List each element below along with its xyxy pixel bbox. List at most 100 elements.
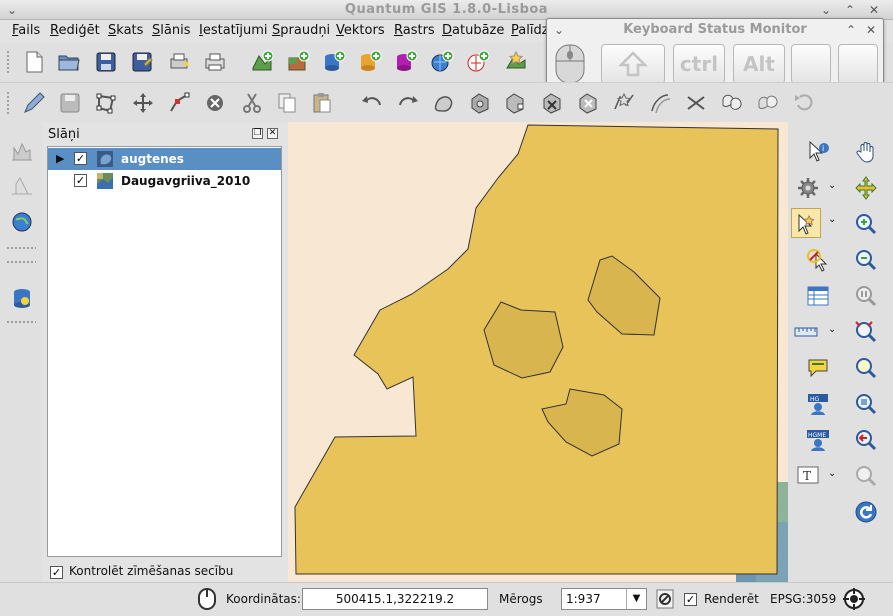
toolbar-grip[interactable]	[6, 320, 36, 324]
composer-manager-icon[interactable]	[203, 50, 227, 74]
ksm-maximize-icon[interactable]: ⌃	[843, 22, 859, 38]
open-project-icon[interactable]	[57, 50, 81, 74]
select-features-icon[interactable]	[795, 212, 819, 236]
chevron-down-icon[interactable]: ▼	[626, 589, 646, 609]
globe-icon[interactable]	[10, 210, 34, 234]
zoom-in-icon[interactable]	[854, 212, 878, 236]
add-spatialite-layer-icon[interactable]	[358, 50, 382, 74]
delete-selected-icon[interactable]	[203, 91, 227, 115]
menu-raster[interactable]: Rastrs	[394, 23, 435, 38]
zoom-to-selection-icon[interactable]	[854, 356, 878, 380]
database-icon[interactable]	[10, 286, 34, 310]
add-vector-layer-icon[interactable]	[250, 50, 274, 74]
paste-features-icon[interactable]	[310, 91, 334, 115]
menu-edit[interactable]: Rediģēt	[50, 23, 100, 38]
toggle-editing-icon[interactable]	[22, 91, 46, 115]
expand-arrow-icon[interactable]: ▶	[56, 152, 64, 165]
copy-features-icon[interactable]	[275, 91, 299, 115]
zoom-to-layer-icon[interactable]	[854, 392, 878, 416]
undo-icon[interactable]	[360, 91, 384, 115]
chevron-down-icon[interactable]: ⌄	[828, 468, 836, 479]
pan-map-icon[interactable]	[854, 140, 878, 164]
refresh-icon[interactable]	[854, 500, 878, 524]
close-icon[interactable]: ✕	[866, 2, 882, 18]
chevron-down-icon[interactable]: ⌄	[828, 214, 836, 225]
node-tool-icon[interactable]	[167, 91, 191, 115]
delete-ring-icon[interactable]	[540, 91, 564, 115]
minimize-icon[interactable]: ⌄	[818, 2, 834, 18]
merge-features-icon[interactable]	[720, 91, 744, 115]
render-checkbox[interactable]: ✓	[684, 593, 697, 606]
layer-row[interactable]: ▶ ✓ augtenes	[48, 148, 281, 170]
histogram-stretch-icon[interactable]	[10, 140, 34, 164]
zoom-full-icon[interactable]	[854, 320, 878, 344]
merge-attributes-icon[interactable]	[756, 91, 780, 115]
zoom-last-icon[interactable]	[854, 428, 878, 452]
add-feature-icon[interactable]	[94, 91, 118, 115]
local-histogram-icon[interactable]	[10, 174, 34, 198]
save-edits-icon[interactable]	[58, 91, 82, 115]
new-bookmark-icon[interactable]: HG	[806, 392, 830, 416]
measure-line-icon[interactable]	[794, 320, 818, 344]
menu-settings[interactable]: Iestatījumi	[199, 23, 268, 38]
deselect-features-icon[interactable]	[806, 248, 830, 272]
crs-status-icon[interactable]	[843, 587, 865, 611]
mouse-coordinates-icon[interactable]	[196, 587, 218, 611]
pan-to-selection-icon[interactable]	[854, 176, 878, 200]
add-part-icon[interactable]	[504, 91, 528, 115]
move-feature-icon[interactable]	[131, 91, 155, 115]
zoom-actual-size-icon[interactable]	[854, 284, 878, 308]
menu-vector[interactable]: Vektors	[336, 23, 385, 38]
add-postgis-layer-icon[interactable]	[322, 50, 346, 74]
offset-curve-icon[interactable]	[648, 91, 672, 115]
split-features-icon[interactable]	[684, 91, 708, 115]
zoom-next-icon[interactable]	[854, 464, 878, 488]
map-tips-icon[interactable]	[806, 356, 830, 380]
save-project-icon[interactable]	[94, 50, 118, 74]
simplify-feature-icon[interactable]	[432, 91, 456, 115]
add-ring-icon[interactable]	[468, 91, 492, 115]
stop-rendering-icon[interactable]	[656, 589, 674, 609]
show-bookmarks-icon[interactable]: HGME	[806, 428, 830, 452]
layer-visibility-checkbox[interactable]: ✓	[74, 152, 87, 165]
render-order-checkbox[interactable]: ✓	[50, 566, 63, 579]
identify-features-icon[interactable]: i	[806, 140, 830, 164]
delete-part-icon[interactable]	[576, 91, 600, 115]
close-panel-icon[interactable]: ✕	[267, 128, 278, 139]
add-wms-layer-icon[interactable]	[430, 50, 454, 74]
zoom-out-icon[interactable]	[854, 248, 878, 272]
select-tool-button[interactable]	[791, 208, 821, 238]
add-mssql-layer-icon[interactable]	[394, 50, 418, 74]
coordinates-field[interactable]: 500415.1,322219.2	[302, 588, 488, 610]
ksm-close-icon[interactable]: ✕	[863, 22, 879, 38]
toolbar-grip[interactable]	[6, 246, 36, 250]
add-raster-layer-icon[interactable]	[286, 50, 310, 74]
maximize-icon[interactable]: ⌃	[842, 2, 858, 18]
reshape-features-icon[interactable]	[612, 91, 636, 115]
toolbar-grip[interactable]	[6, 260, 36, 264]
menu-plugins[interactable]: Spraudņi	[272, 23, 330, 38]
menu-view[interactable]: Skats	[108, 23, 143, 38]
float-panel-icon[interactable]: ❐	[252, 128, 263, 139]
new-project-icon[interactable]	[22, 50, 46, 74]
menu-help[interactable]: Palīdz	[511, 23, 549, 38]
layer-row[interactable]: ✓ Daugavgriiva_2010	[48, 170, 281, 192]
gear-icon[interactable]	[796, 176, 820, 200]
save-as-icon[interactable]	[130, 50, 154, 74]
toolbar-grip[interactable]	[6, 50, 10, 74]
add-wfs-layer-icon[interactable]	[466, 50, 490, 74]
menu-file[interactable]: Fails	[12, 23, 40, 38]
cut-features-icon[interactable]	[240, 91, 264, 115]
attribute-table-icon[interactable]	[806, 284, 830, 308]
scale-combobox[interactable]: 1:937 ▼	[561, 588, 647, 610]
new-shapefile-layer-icon[interactable]	[504, 50, 528, 74]
menu-layer[interactable]: Slānis	[152, 23, 190, 38]
rotate-symbols-icon[interactable]	[792, 91, 816, 115]
layer-visibility-checkbox[interactable]: ✓	[74, 174, 87, 187]
menu-database[interactable]: Datubāze	[442, 23, 504, 38]
new-print-composer-icon[interactable]	[167, 50, 191, 74]
map-view[interactable]	[288, 122, 788, 582]
map-canvas[interactable]	[288, 122, 788, 582]
chevron-down-icon[interactable]: ⌄	[828, 324, 836, 335]
redo-icon[interactable]	[396, 91, 420, 115]
